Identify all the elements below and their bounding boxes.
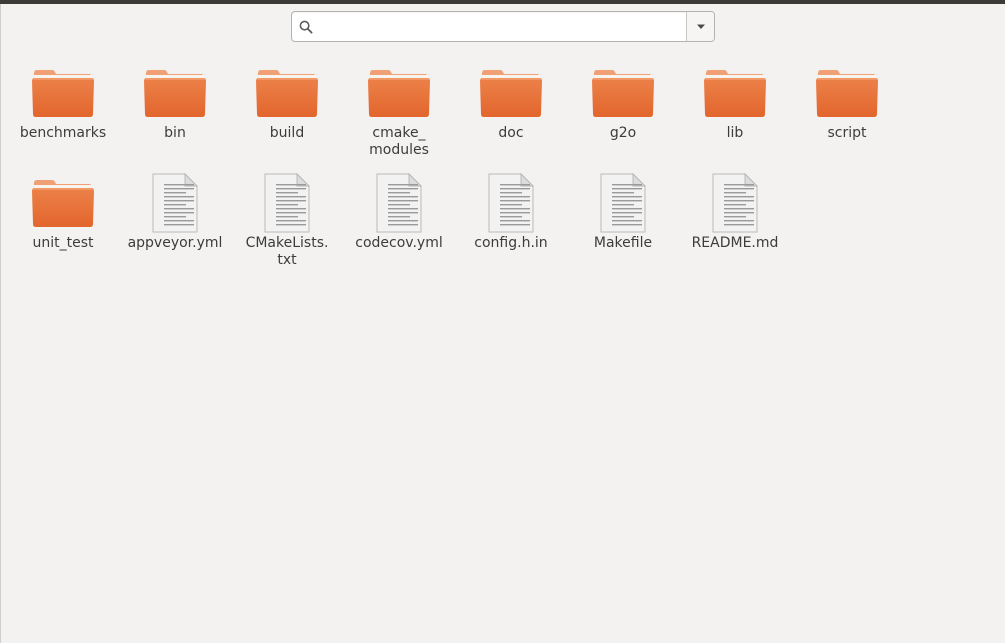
window-top-border <box>0 0 1005 4</box>
item-label: CMakeLists. txt <box>245 235 329 268</box>
item-label: codecov.yml <box>355 235 443 251</box>
file-item-cmakelists-txt[interactable]: CMakeLists. txt <box>231 173 343 284</box>
folder-icon <box>479 64 543 122</box>
folder-icon <box>815 64 879 122</box>
file-row: benchmarks bin build cmake_ modules doc … <box>7 64 903 174</box>
folder-item-bin[interactable]: bin <box>119 64 231 174</box>
item-label: config.h.in <box>474 235 548 251</box>
folder-icon <box>31 64 95 122</box>
search-dropdown-button[interactable] <box>686 12 714 41</box>
folder-item-g2o[interactable]: g2o <box>567 64 679 174</box>
item-label: benchmarks <box>19 125 107 141</box>
folder-item-script[interactable]: script <box>791 64 903 174</box>
file-row: unit_test appveyor.yml CMakeLists. txt c… <box>7 173 903 284</box>
file-item-readme-md[interactable]: README.md <box>679 173 791 284</box>
item-label: unit_test <box>32 235 94 251</box>
text-file-icon <box>703 173 767 233</box>
folder-icon <box>143 64 207 122</box>
text-file-icon <box>255 173 319 233</box>
chevron-down-icon <box>696 24 705 29</box>
text-file-icon <box>591 173 655 233</box>
folder-item-lib[interactable]: lib <box>679 64 791 174</box>
item-label: Makefile <box>593 235 653 251</box>
folder-item-benchmarks[interactable]: benchmarks <box>7 64 119 174</box>
search-icon <box>292 12 320 41</box>
folder-item-build[interactable]: build <box>231 64 343 174</box>
file-item-codecov-yml[interactable]: codecov.yml <box>343 173 455 284</box>
folder-item-doc[interactable]: doc <box>455 64 567 174</box>
item-label: g2o <box>609 125 637 141</box>
search-bar[interactable] <box>291 11 715 42</box>
folder-icon <box>591 64 655 122</box>
search-input[interactable] <box>320 12 686 41</box>
text-file-icon <box>367 173 431 233</box>
window-left-border <box>0 4 1 643</box>
item-label: lib <box>726 125 744 141</box>
text-file-icon <box>143 173 207 233</box>
item-label: appveyor.yml <box>127 235 223 251</box>
folder-icon <box>703 64 767 122</box>
item-label: README.md <box>691 235 779 251</box>
item-label: bin <box>164 125 186 141</box>
folder-icon <box>367 64 431 122</box>
item-label: script <box>827 125 867 141</box>
folder-icon <box>31 174 95 232</box>
file-grid: benchmarks bin build cmake_ modules doc … <box>7 64 903 284</box>
item-label: doc <box>498 125 524 141</box>
file-item-makefile[interactable]: Makefile <box>567 173 679 284</box>
item-label: cmake_ modules <box>369 125 429 158</box>
item-label: build <box>269 125 305 141</box>
folder-item-cmake-modules[interactable]: cmake_ modules <box>343 64 455 174</box>
file-item-appveyor-yml[interactable]: appveyor.yml <box>119 173 231 284</box>
file-item-config-h-in[interactable]: config.h.in <box>455 173 567 284</box>
folder-item-unit-test[interactable]: unit_test <box>7 174 119 284</box>
folder-icon <box>255 64 319 122</box>
text-file-icon <box>479 173 543 233</box>
